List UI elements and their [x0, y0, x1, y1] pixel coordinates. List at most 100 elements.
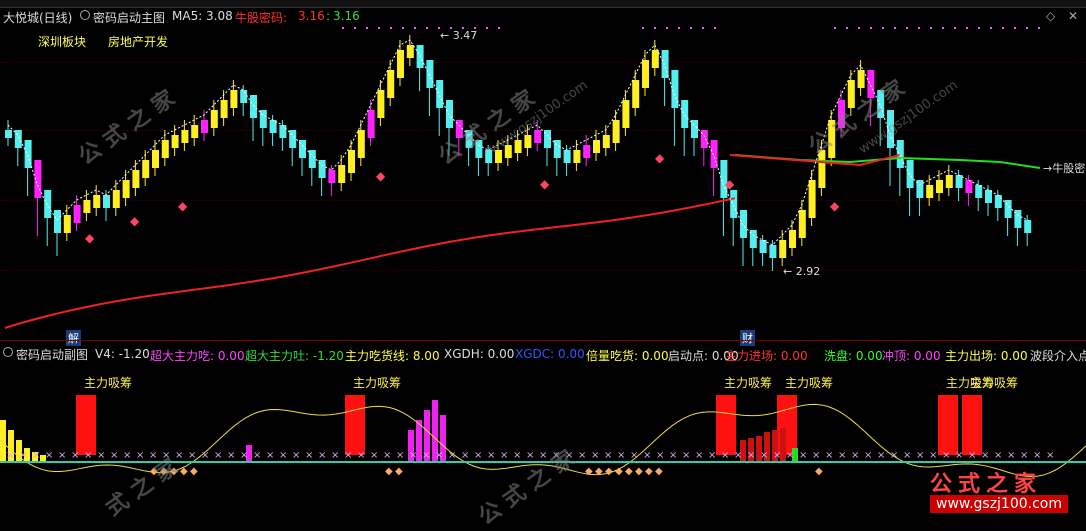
cross-marker: × — [851, 450, 859, 461]
cross-marker: × — [1007, 450, 1015, 461]
cross-marker: × — [708, 450, 716, 461]
absorb-label: 主力吸筹 — [84, 376, 132, 390]
absorb-bar — [345, 395, 365, 455]
cross-marker: × — [318, 450, 326, 461]
volume-indicator-chart[interactable]: 主力吸筹 主力吸筹 主力吸筹 主力吸筹 主力吸筹主力吸筹× × × × × × × × × × × × × × × ×… — [0, 0, 1086, 519]
cross-marker: × — [214, 450, 222, 461]
absorb-label: 主力吸筹 — [724, 376, 772, 390]
absorb-bar — [716, 395, 736, 455]
cross-marker: × — [526, 450, 534, 461]
cross-marker: × — [617, 450, 625, 461]
cross-marker: × — [1020, 450, 1028, 461]
cross-marker: × — [955, 450, 963, 461]
diamond-marker: ◆ — [190, 466, 198, 477]
cross-marker: × — [292, 450, 300, 461]
cross-marker: × — [981, 450, 989, 461]
cross-marker: × — [19, 450, 27, 461]
cross-marker: × — [136, 450, 144, 461]
cross-marker: × — [578, 450, 586, 461]
cross-marker: × — [461, 450, 469, 461]
diamond-marker: ◆ — [635, 466, 643, 477]
cross-marker: × — [734, 450, 742, 461]
diamond-marker: ◆ — [385, 466, 393, 477]
diamond-marker: ◆ — [395, 466, 403, 477]
cross-marker: × — [643, 450, 651, 461]
diamond-marker: ◆ — [815, 466, 823, 477]
absorb-bar — [962, 395, 982, 455]
cross-marker: × — [71, 450, 79, 461]
cross-marker: × — [825, 450, 833, 461]
cross-marker: × — [773, 450, 781, 461]
cross-marker: × — [942, 450, 950, 461]
cross-marker: × — [929, 450, 937, 461]
cross-marker: × — [1046, 450, 1054, 461]
cross-marker: × — [747, 450, 755, 461]
cross-marker: × — [266, 450, 274, 461]
diamond-marker: ◆ — [615, 466, 623, 477]
cross-marker: × — [448, 450, 456, 461]
cross-marker: × — [6, 450, 14, 461]
cross-marker: × — [669, 450, 677, 461]
site-logo: 公式之家 — [930, 472, 1043, 497]
cross-marker: × — [344, 450, 352, 461]
cross-marker: × — [422, 450, 430, 461]
absorb-bar — [76, 395, 96, 455]
diamond-marker: ◆ — [655, 466, 663, 477]
cross-marker: × — [396, 450, 404, 461]
cross-marker: × — [305, 450, 313, 461]
cross-marker: × — [370, 450, 378, 461]
cross-marker: × — [864, 450, 872, 461]
cross-marker: × — [760, 450, 768, 461]
cross-marker: × — [123, 450, 131, 461]
cross-marker: × — [682, 450, 690, 461]
cross-marker: × — [591, 450, 599, 461]
cross-marker: × — [32, 450, 40, 461]
cross-marker: × — [357, 450, 365, 461]
cross-marker: × — [110, 450, 118, 461]
site-url: www.gszj100.com — [930, 495, 1069, 513]
cross-marker: × — [500, 450, 508, 461]
cross-marker: × — [331, 450, 339, 461]
cross-marker: × — [513, 450, 521, 461]
cross-marker: × — [838, 450, 846, 461]
cross-marker: × — [409, 450, 417, 461]
cross-marker: × — [890, 450, 898, 461]
cross-marker: × — [994, 450, 1002, 461]
cross-marker: × — [487, 450, 495, 461]
diamond-marker: ◆ — [585, 466, 593, 477]
cross-marker: × — [227, 450, 235, 461]
cross-marker: × — [97, 450, 105, 461]
cross-marker: × — [968, 450, 976, 461]
cross-marker: × — [877, 450, 885, 461]
cross-marker: × — [903, 450, 911, 461]
absorb-label: 主力吸筹 — [970, 376, 1018, 390]
diamond-marker: ◆ — [605, 466, 613, 477]
cross-marker: × — [721, 450, 729, 461]
cross-marker: × — [604, 450, 612, 461]
absorb-label: 主力吸筹 — [785, 376, 833, 390]
cross-marker: × — [58, 450, 66, 461]
diamond-marker: ◆ — [645, 466, 653, 477]
diamond-marker: ◆ — [625, 466, 633, 477]
cross-marker: × — [175, 450, 183, 461]
cross-marker: × — [279, 450, 287, 461]
cross-marker: × — [630, 450, 638, 461]
cross-marker: × — [916, 450, 924, 461]
cross-marker: × — [188, 450, 196, 461]
cross-marker: × — [253, 450, 261, 461]
cross-marker: × — [812, 450, 820, 461]
cross-marker: × — [201, 450, 209, 461]
cross-marker: × — [240, 450, 248, 461]
cross-marker: × — [435, 450, 443, 461]
absorb-bar — [938, 395, 958, 455]
cross-marker: × — [799, 450, 807, 461]
cross-marker: × — [383, 450, 391, 461]
absorb-label: 主力吸筹 — [353, 376, 401, 390]
cross-marker: × — [656, 450, 664, 461]
cross-marker: × — [695, 450, 703, 461]
cross-marker: × — [84, 450, 92, 461]
cross-marker: × — [1033, 450, 1041, 461]
cross-marker: × — [45, 450, 53, 461]
cross-marker: × — [786, 450, 794, 461]
diamond-marker: ◆ — [595, 466, 603, 477]
